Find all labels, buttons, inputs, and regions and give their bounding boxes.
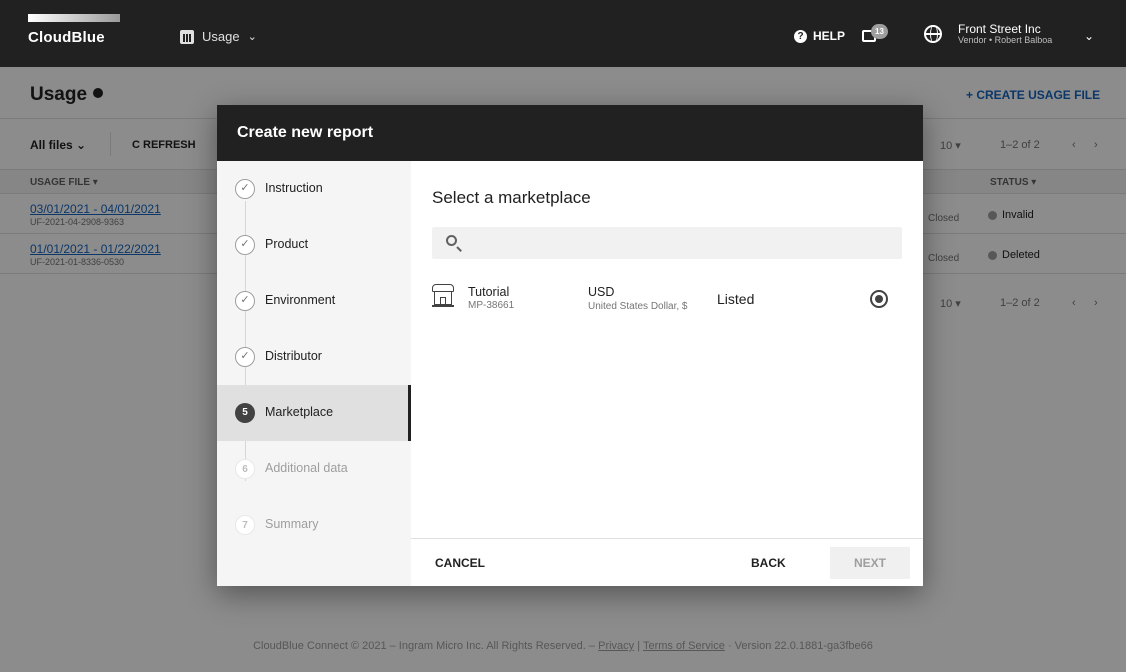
module-label: Usage bbox=[202, 29, 240, 44]
step-additional-data: 6 Additional data bbox=[217, 441, 411, 497]
cloudblue-logo[interactable]: CloudBlue bbox=[28, 14, 120, 48]
step-label: Instruction bbox=[265, 181, 323, 195]
bar-chart-icon bbox=[180, 29, 194, 44]
top-bar: CloudBlue Usage ⌄ ? HELP 13 Front Street… bbox=[0, 0, 1126, 67]
account-menu[interactable]: Front Street Inc Vendor • Robert Balboa bbox=[958, 22, 1053, 46]
check-icon bbox=[235, 291, 255, 311]
globe-icon[interactable] bbox=[924, 25, 942, 43]
account-chevron-down-icon[interactable]: ⌄ bbox=[1084, 29, 1094, 43]
help-label: HELP bbox=[813, 29, 846, 43]
back-button[interactable]: BACK bbox=[739, 547, 798, 579]
wizard-steps: Instruction Product Environment Distribu… bbox=[217, 161, 411, 586]
marketplace-search[interactable] bbox=[432, 227, 902, 259]
step-instruction[interactable]: Instruction bbox=[217, 161, 411, 217]
next-button[interactable]: NEXT bbox=[830, 547, 910, 579]
marketplace-id: MP-38661 bbox=[468, 300, 515, 311]
check-icon bbox=[235, 179, 255, 199]
step-marketplace[interactable]: 5 Marketplace bbox=[217, 385, 411, 441]
dialog-header: Create new report bbox=[217, 105, 923, 161]
dialog-title: Create new report bbox=[237, 124, 374, 141]
search-icon bbox=[446, 235, 457, 246]
content-title: Select a marketplace bbox=[432, 188, 591, 207]
logo-bar bbox=[28, 14, 120, 22]
marketplace-radio[interactable] bbox=[870, 290, 888, 308]
store-icon bbox=[432, 284, 454, 308]
notifications-button[interactable]: 13 bbox=[862, 24, 888, 46]
step-label: Product bbox=[265, 237, 309, 251]
marketplace-currency: USD bbox=[588, 285, 615, 299]
logo-text: CloudBlue bbox=[28, 29, 105, 46]
step-product[interactable]: Product bbox=[217, 217, 411, 273]
search-input[interactable] bbox=[468, 231, 888, 255]
module-switcher[interactable]: Usage ⌄ bbox=[180, 29, 257, 44]
step-distributor[interactable]: Distributor bbox=[217, 329, 411, 385]
marketplace-status: Listed bbox=[717, 291, 755, 307]
account-subtitle: Vendor • Robert Balboa bbox=[958, 35, 1053, 46]
chevron-down-icon: ⌄ bbox=[247, 31, 257, 43]
step-summary: 7 Summary bbox=[217, 497, 411, 553]
step-label: Distributor bbox=[265, 349, 322, 363]
step-environment[interactable]: Environment bbox=[217, 273, 411, 329]
cancel-button[interactable]: CANCEL bbox=[423, 547, 497, 579]
step-label: Summary bbox=[265, 517, 319, 531]
marketplace-row[interactable]: Tutorial MP-38661 USD United States Doll… bbox=[411, 273, 923, 325]
marketplace-name: Tutorial bbox=[468, 285, 510, 299]
step-content: Select a marketplace Tutorial MP-38661 U… bbox=[411, 161, 923, 586]
help-icon: ? bbox=[794, 29, 807, 43]
check-icon bbox=[235, 347, 255, 367]
create-report-dialog: Create new report Instruction Product En… bbox=[217, 105, 923, 586]
check-icon bbox=[235, 235, 255, 255]
marketplace-currency-name: United States Dollar, $ bbox=[588, 301, 688, 312]
dialog-actions: CANCEL BACK NEXT bbox=[411, 538, 923, 586]
step-label: Marketplace bbox=[265, 405, 334, 419]
notifications-badge: 13 bbox=[871, 24, 888, 39]
help-button[interactable]: ? HELP bbox=[794, 29, 845, 43]
step-label: Additional data bbox=[265, 461, 348, 475]
step-label: Environment bbox=[265, 293, 336, 307]
step-number: 5 bbox=[235, 403, 255, 423]
step-number: 7 bbox=[235, 515, 255, 535]
step-number: 6 bbox=[235, 459, 255, 479]
